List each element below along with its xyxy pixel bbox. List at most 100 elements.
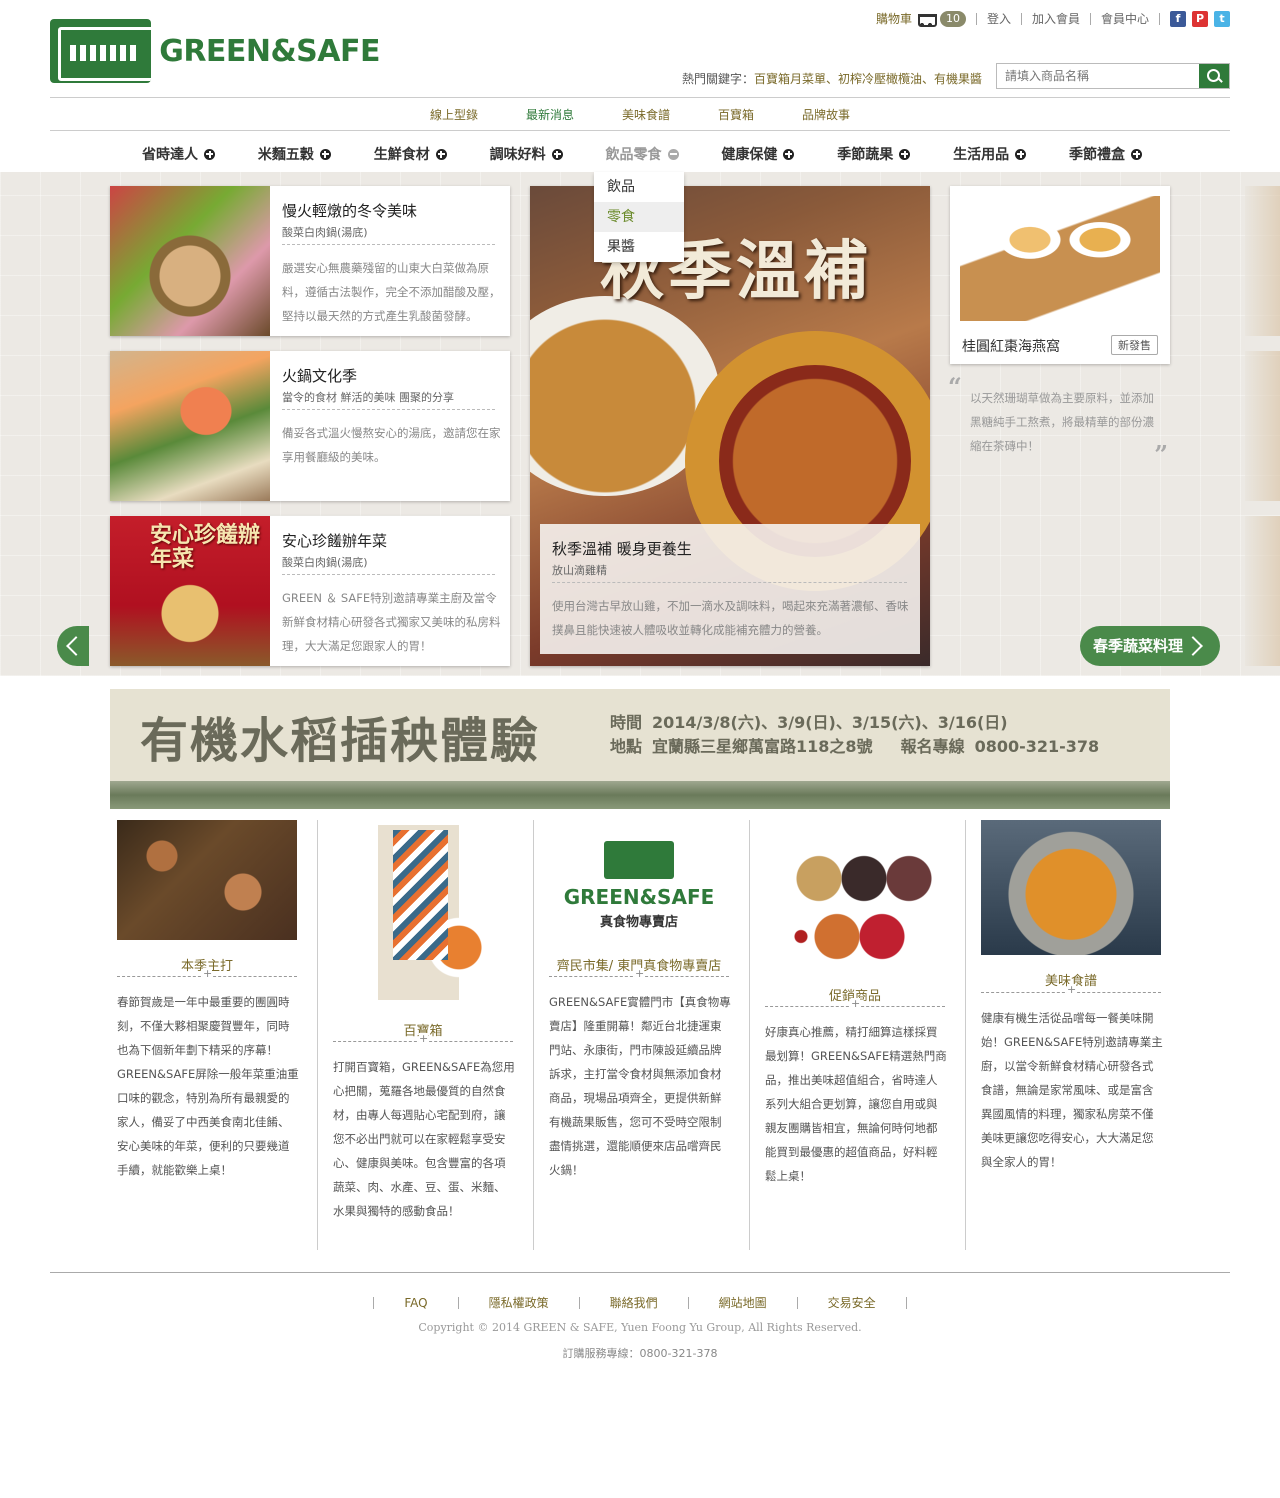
banner-phone: 0800-321-378: [974, 737, 1100, 756]
nav-label: 省時達人: [142, 147, 198, 163]
card-title: 安心珍饈辦年菜: [282, 532, 388, 550]
season-feature-image[interactable]: [117, 820, 297, 940]
promotion-products-image[interactable]: [765, 835, 945, 980]
slider-next-label: 春季蔬菜料理: [1093, 637, 1184, 655]
banner-phone-label: 報名專線: [900, 737, 965, 756]
subnav-brand-story[interactable]: 品牌故事: [802, 106, 850, 123]
plus-circle-icon: [1015, 148, 1027, 160]
column-store: GREEN&SAFE 真食物專賣店 齊民市集/ 東門真食物專賣店 GREEN&S…: [542, 820, 750, 1250]
subnav-treasure-box[interactable]: 百寶箱: [718, 106, 754, 123]
cart-icon: [916, 11, 937, 27]
close-quote-icon: ”: [1154, 440, 1168, 469]
nav-item-seasoning[interactable]: 調味好料: [490, 144, 563, 164]
login-link[interactable]: 登入: [987, 10, 1011, 27]
product-image: [960, 196, 1160, 321]
footer-security[interactable]: 交易安全: [828, 1294, 876, 1311]
copyright: Copyright © 2014 GREEN & SAFE, Yuen Foon…: [418, 1321, 862, 1334]
nav-label: 季節蔬果: [837, 147, 894, 163]
column-text: 好康真心推薦，精打細算這樣採買最划算！GREEN&SAFE精選熱門商品，推出美味…: [765, 1025, 947, 1183]
feature-title: 秋季溫補 暖身更養生: [552, 540, 692, 558]
cart-link[interactable]: 購物車 10: [876, 10, 966, 27]
logo-emblem: [50, 19, 152, 83]
column-text: GREEN&SAFE實體門市【真食物專賣店】隆重開幕！鄰近台北捷運東門站、永康街…: [549, 995, 731, 1177]
plus-circle-icon: [435, 148, 447, 160]
slider-peek-image: [1245, 186, 1280, 336]
plus-circle-icon: [319, 148, 331, 160]
nav-item-drinks-snacks[interactable]: 飲品零食: [606, 144, 679, 164]
footer-faq[interactable]: FAQ: [404, 1296, 427, 1310]
card-title: 火鍋文化季: [282, 367, 358, 385]
feature-caption: 秋季溫補 暖身更養生 放山滴雞精 使用台灣古早放山雞，不加一滴水及調味料，喝起來…: [540, 524, 920, 654]
subnav-recipes[interactable]: 美味食譜: [622, 106, 670, 123]
plurk-icon[interactable]: P: [1192, 10, 1208, 27]
search-input[interactable]: [997, 64, 1199, 88]
banner-time-label: 時間: [610, 713, 643, 732]
recipe-dish-image[interactable]: [981, 820, 1161, 955]
dropdown-item-drinks[interactable]: 飲品: [594, 172, 684, 202]
promo-card-winter[interactable]: 慢火輕燉的冬令美味 酸菜白肉鍋(湯底) 嚴選安心無農藥殘留的山東大白菜做為原料，…: [110, 186, 510, 336]
facebook-icon[interactable]: f: [1170, 10, 1186, 27]
subnav-catalog[interactable]: 線上型錄: [430, 106, 478, 123]
product-quote: “ 以天然珊瑚草做為主要原料，並添加黑糖純手工熬煮，將最精華的部份濃縮在茶磚中！…: [948, 372, 1172, 469]
featured-slide[interactable]: 秋季溫補 秋季溫補 暖身更養生 放山滴雞精 使用台灣古早放山雞，不加一滴水及調味…: [530, 186, 930, 666]
column-season: 本季主打 春節賀歲是一年中最重要的團圓時刻，不僅大夥相聚慶賀豐年，同時也為下個新…: [110, 820, 318, 1250]
nav-label: 調味好料: [489, 147, 546, 163]
banner-title: 有機水稻插秧體驗: [140, 713, 541, 769]
footer-contact[interactable]: 聯絡我們: [610, 1294, 658, 1311]
nav-item-gift-box[interactable]: 季節禮盒: [1069, 144, 1142, 164]
nav-label: 生鮮食材: [373, 147, 430, 163]
hotpot-ingredients-image: [110, 351, 270, 501]
card-subtitle: 酸菜白肉鍋(湯底): [282, 226, 368, 239]
column-recipes: 美味食譜 健康有機生活從品嚐每一餐美味開始！GREEN&SAFE特別邀請專業主廚…: [974, 820, 1170, 1250]
thumb-caption: 安心珍饈辦年菜: [150, 523, 261, 572]
card-title: 慢火輕燉的冬令美味: [282, 202, 418, 220]
store-logo-subtext: 真食物專賣店: [599, 914, 678, 930]
member-center-link[interactable]: 會員中心: [1101, 10, 1149, 27]
logo-text: GREEN&SAFE: [159, 33, 380, 69]
store-logo-text: GREEN&SAFE: [563, 884, 715, 909]
store-logo-emblem: [604, 840, 674, 879]
product-card[interactable]: 桂圓紅棗海燕窩 新發售: [950, 186, 1170, 364]
nav-item-time-saver[interactable]: 省時達人: [142, 144, 215, 164]
hot-keywords-links[interactable]: 百寶箱月菜單、初榨冷壓橄欖油、有機果醬: [754, 72, 982, 86]
footer-sitemap[interactable]: 網站地圖: [719, 1294, 767, 1311]
promo-card-hotpot[interactable]: 火鍋文化季 當令的食材 鮮活的美味 團聚的分享 備妥各式溫火慢熬安心的湯底，邀請…: [110, 351, 510, 501]
card-description: 嚴選安心無農藥殘留的山東大白菜做為原料，遵循古法製作，完全不添加醋酸及壓，堅持以…: [282, 261, 501, 323]
minus-circle-icon: [667, 148, 679, 160]
plus-circle-icon: [1131, 148, 1142, 160]
site-logo[interactable]: GREEN&SAFE: [50, 18, 380, 84]
column-promotions: 促銷商品 好康真心推薦，精打細算這樣採買最划算！GREEN&SAFE精選熱門商品…: [758, 820, 966, 1250]
nav-label: 季節禮盒: [1069, 147, 1125, 163]
slider-prev-button[interactable]: [57, 626, 89, 666]
treasure-box-image[interactable]: [333, 825, 513, 1000]
search-box: [996, 63, 1230, 89]
nav-item-fresh[interactable]: 生鮮食材: [374, 144, 447, 164]
nav-label: 健康保健: [721, 147, 778, 163]
dropdown-item-snacks[interactable]: 零食: [594, 202, 684, 232]
join-link[interactable]: 加入會員: [1032, 10, 1080, 27]
footer-links: FAQ 隱私權政策 聯絡我們 網站地圖 交易安全: [0, 1294, 1280, 1311]
subnav-news[interactable]: 最新消息: [526, 106, 574, 123]
plus-circle-icon: [551, 148, 563, 160]
store-logo-image[interactable]: GREEN&SAFE 真食物專賣店: [549, 830, 729, 940]
column-text: 健康有機生活從品嚐每一餐美味開始！GREEN&SAFE特別邀請專業主廚，以當令新…: [981, 1011, 1163, 1169]
banner-info: 時間 2014/3/8(六)、3/9(日)、3/15(六)、3/16(日) 地點宜…: [610, 711, 1099, 759]
slider-next-button[interactable]: 春季蔬菜料理: [1080, 626, 1220, 666]
dropdown-item-jam[interactable]: 果醬: [594, 232, 684, 262]
nav-item-seasonal-produce[interactable]: 季節蔬果: [837, 144, 911, 164]
search-button[interactable]: [1199, 64, 1229, 88]
new-release-tag: 新發售: [1111, 335, 1158, 355]
promo-card-new-year[interactable]: 安心珍饈辦年菜 安心珍饈辦年菜 酸菜白肉鍋(湯底) GREEN ＆ SAFE特別…: [110, 516, 510, 666]
drinks-snacks-dropdown: 飲品 零食 果醬: [594, 172, 684, 262]
feature-columns: 本季主打 春節賀歲是一年中最重要的團圓時刻，不僅大夥相聚慶賀豐年，同時也為下個新…: [110, 820, 1170, 1250]
footer-privacy[interactable]: 隱私權政策: [489, 1294, 549, 1311]
sub-nav: 線上型錄 最新消息 美味食譜 百寶箱 品牌故事: [50, 98, 1230, 131]
nav-item-grains[interactable]: 米麵五穀: [258, 144, 331, 164]
column-text: 春節賀歲是一年中最重要的團圓時刻，不僅大夥相聚慶賀豐年，同時也為下個新年劃下精采…: [117, 995, 299, 1177]
plus-circle-icon: [783, 148, 795, 160]
twitter-icon[interactable]: t: [1214, 10, 1230, 27]
nav-item-living[interactable]: 生活用品: [953, 144, 1027, 164]
nav-item-health[interactable]: 健康保健: [721, 144, 795, 164]
event-banner[interactable]: 有機水稻插秧體驗 時間 2014/3/8(六)、3/9(日)、3/15(六)、3/…: [110, 689, 1170, 809]
main-nav: 省時達人 米麵五穀 生鮮食材 調味好料 飲品零食 健康保健 季節蔬果 生活用品 …: [142, 140, 1142, 168]
